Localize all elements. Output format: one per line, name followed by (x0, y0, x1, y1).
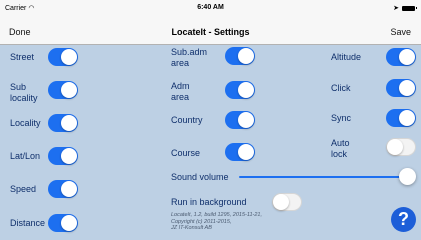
course-label: Course (171, 148, 201, 158)
click-label: Click (331, 83, 351, 93)
toggle-knob (399, 80, 415, 96)
toggle-knob (61, 148, 77, 164)
latlon-toggle[interactable] (48, 147, 78, 165)
adm-area-label: Adm area (171, 81, 190, 102)
toggle-knob (238, 144, 254, 160)
status-bar: Carrier ◠ 6:40 AM ➤ (0, 0, 421, 18)
sub-adm-area-label: Sub.adm area (171, 47, 208, 68)
latlon-label: Lat/Lon (10, 151, 41, 161)
toggle-knob (61, 181, 77, 197)
auto-lock-label: Auto lock (331, 138, 350, 159)
auto-lock-toggle[interactable] (386, 138, 416, 156)
navigation-bar: Done LocateIt - Settings Save (0, 18, 421, 45)
street-label: Street (10, 52, 35, 62)
distance-label: Distance (10, 218, 46, 228)
speed-label: Speed (10, 184, 37, 194)
toggle-knob (399, 49, 415, 65)
toggle-knob (399, 110, 415, 126)
toggle-knob (387, 139, 403, 155)
toggle-knob (238, 82, 254, 98)
toggle-knob (61, 82, 77, 98)
sub-adm-area-toggle[interactable] (225, 47, 255, 65)
status-time: 6:40 AM (197, 4, 224, 11)
sound-volume-slider-thumb[interactable] (399, 168, 416, 185)
toggle-knob (61, 49, 77, 65)
adm-area-toggle[interactable] (225, 81, 255, 99)
sync-toggle[interactable] (386, 109, 416, 127)
altitude-toggle[interactable] (386, 48, 416, 66)
sub-locality-toggle[interactable] (48, 81, 78, 99)
toggle-knob (61, 215, 77, 231)
locality-toggle[interactable] (48, 114, 78, 132)
click-toggle[interactable] (386, 79, 416, 97)
toggle-knob (238, 112, 254, 128)
help-label: ? (398, 209, 409, 229)
street-toggle[interactable] (48, 48, 78, 66)
sound-volume-slider-track[interactable] (239, 176, 407, 178)
version-info: LocateIt, 1.2, build 1295, 2015-11-21, C… (171, 212, 263, 231)
toggle-knob (273, 194, 289, 210)
distance-toggle[interactable] (48, 214, 78, 232)
status-right: ➤ (393, 4, 417, 12)
toggle-knob (238, 48, 254, 64)
course-toggle[interactable] (225, 143, 255, 161)
toggle-knob (61, 115, 77, 131)
sub-locality-label: Sub locality (10, 82, 38, 103)
save-button[interactable]: Save (390, 27, 411, 37)
speed-toggle[interactable] (48, 180, 78, 198)
location-arrow-icon: ➤ (393, 5, 399, 12)
locality-label: Locality (10, 118, 41, 128)
country-toggle[interactable] (225, 111, 255, 129)
altitude-label: Altitude (331, 52, 362, 62)
run-in-background-toggle[interactable] (272, 193, 302, 211)
sync-label: Sync (331, 113, 352, 123)
help-icon[interactable]: ? (391, 207, 416, 232)
battery-icon (402, 5, 417, 11)
run-in-background-label: Run in background (171, 197, 247, 207)
sound-volume-label: Sound volume (171, 172, 229, 182)
page-title: LocateIt - Settings (171, 27, 250, 37)
country-label: Country (171, 115, 203, 125)
